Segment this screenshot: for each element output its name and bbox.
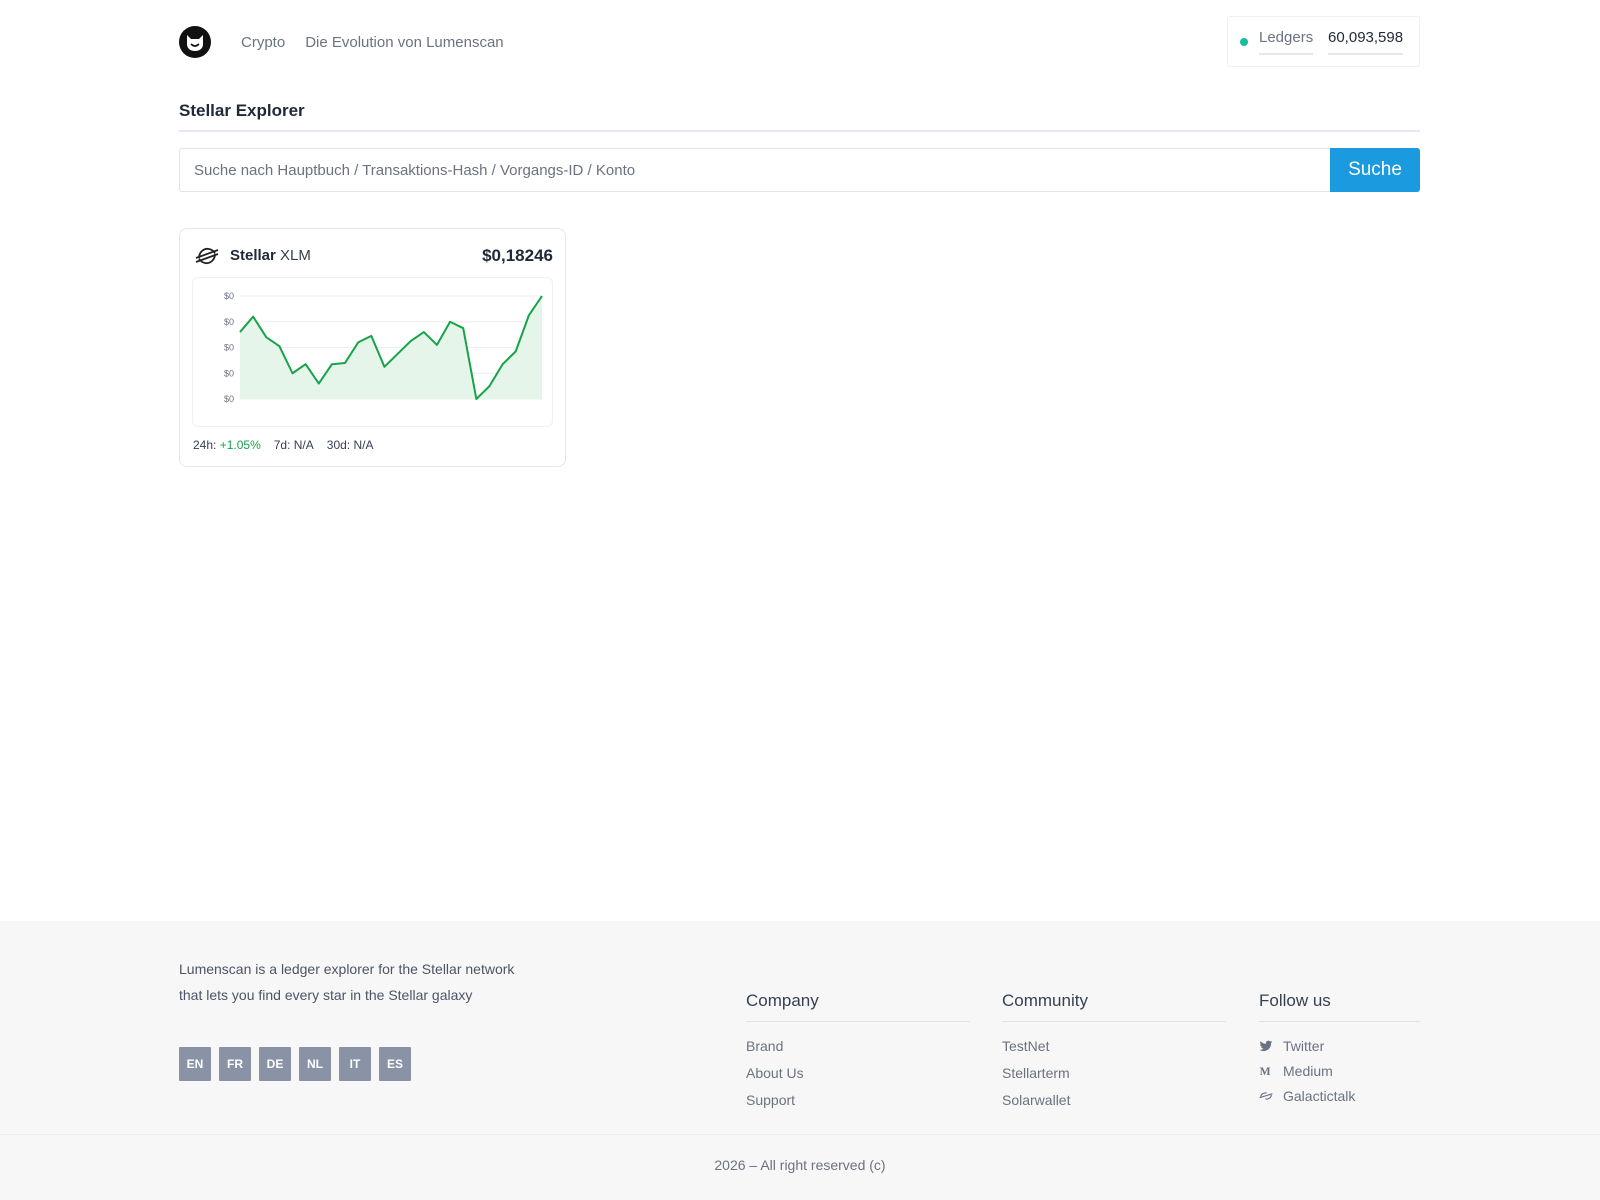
status-dot	[1240, 38, 1248, 46]
coin-symbol: XLM	[280, 247, 311, 264]
coin-stats: 24h: +1.05% 7d: N/A 30d: N/A	[193, 438, 373, 452]
lang-en[interactable]: EN	[179, 1047, 211, 1081]
ledger-label[interactable]: Ledgers	[1259, 29, 1314, 55]
footer-company-title: Company	[746, 991, 970, 1022]
lang-de[interactable]: DE	[259, 1047, 291, 1081]
title-divider	[179, 130, 1420, 132]
search-form: Suche	[179, 148, 1420, 192]
cat-logo-icon	[187, 35, 203, 51]
stat-24h-value: +1.05%	[219, 438, 261, 452]
footer: Lumenscan is a ledger explorer for the S…	[0, 921, 1600, 1200]
nav-evolution[interactable]: Die Evolution von Lumenscan	[305, 34, 503, 51]
twitter-label: Twitter	[1283, 1038, 1325, 1054]
lumenscan-logo[interactable]	[179, 26, 211, 58]
lang-it[interactable]: IT	[339, 1047, 371, 1081]
y-tick-label: $0	[224, 394, 234, 404]
stat-24h: 24h: +1.05%	[193, 438, 261, 452]
language-switcher: EN FR DE NL IT ES	[179, 1047, 411, 1081]
header: Crypto Die Evolution von Lumenscan Ledge…	[179, 16, 1420, 69]
page-title: Stellar Explorer	[179, 101, 305, 120]
footer-divider	[0, 1134, 1600, 1135]
footer-link-support[interactable]: Support	[746, 1092, 970, 1108]
ledger-counter: Ledgers 60,093,598	[1227, 16, 1420, 67]
search-button[interactable]: Suche	[1330, 148, 1420, 192]
search-input[interactable]	[179, 148, 1330, 192]
ledger-value[interactable]: 60,093,598	[1328, 29, 1404, 55]
stellar-icon	[195, 247, 219, 265]
main-nav: Crypto Die Evolution von Lumenscan	[241, 34, 504, 51]
price-chart: $0 $0 $0 $0 $0	[192, 277, 553, 427]
price-chart-svg: $0 $0 $0 $0 $0	[224, 291, 543, 404]
coin-name: Stellar XLM	[230, 247, 311, 264]
footer-company: Company Brand About Us Support	[746, 991, 970, 1119]
footer-link-solarwallet[interactable]: Solarwallet	[1002, 1092, 1226, 1108]
lang-es[interactable]: ES	[379, 1047, 411, 1081]
y-tick-label: $0	[224, 291, 234, 301]
footer-link-medium[interactable]: M Medium	[1259, 1063, 1420, 1079]
medium-icon: M	[1260, 1065, 1271, 1078]
y-tick-label: $0	[224, 343, 234, 353]
footer-community-title: Community	[1002, 991, 1226, 1022]
footer-follow: Follow us Twitter M Medium Galactictalk	[1259, 991, 1420, 1113]
lang-nl[interactable]: NL	[299, 1047, 331, 1081]
twitter-icon	[1259, 1040, 1273, 1052]
nav-crypto[interactable]: Crypto	[241, 34, 285, 51]
y-tick-label: $0	[224, 317, 234, 327]
footer-link-brand[interactable]: Brand	[746, 1038, 970, 1054]
footer-link-stellarterm[interactable]: Stellarterm	[1002, 1065, 1226, 1081]
lang-fr[interactable]: FR	[219, 1047, 251, 1081]
svg-text:M: M	[1260, 1065, 1271, 1078]
coin-card[interactable]: Stellar XLM $0,18246 $0 $0 $0 $0 $0 24h: +1.…	[179, 228, 566, 467]
stat-30d: 30d: N/A	[326, 438, 374, 452]
footer-link-about-us[interactable]: About Us	[746, 1065, 970, 1081]
galactictalk-icon	[1259, 1092, 1273, 1100]
copyright: 2026 – All right reserved (c)	[714, 1157, 886, 1173]
stat-24h-label: 24h:	[193, 438, 217, 452]
footer-follow-title: Follow us	[1259, 991, 1420, 1022]
y-tick-label: $0	[224, 368, 234, 378]
footer-link-galactictalk[interactable]: Galactictalk	[1259, 1088, 1420, 1104]
coin-price: $0,18246	[482, 246, 553, 265]
stat-7d: 7d: N/A	[273, 438, 314, 452]
coin-full-name: Stellar	[230, 247, 276, 264]
footer-link-testnet[interactable]: TestNet	[1002, 1038, 1226, 1054]
footer-about: Lumenscan is a ledger explorer for the S…	[179, 961, 515, 1003]
footer-link-twitter[interactable]: Twitter	[1259, 1038, 1420, 1054]
medium-label: Medium	[1283, 1063, 1333, 1079]
footer-community: Community TestNet Stellarterm Solarwalle…	[1002, 991, 1226, 1119]
galactictalk-label: Galactictalk	[1283, 1088, 1356, 1104]
